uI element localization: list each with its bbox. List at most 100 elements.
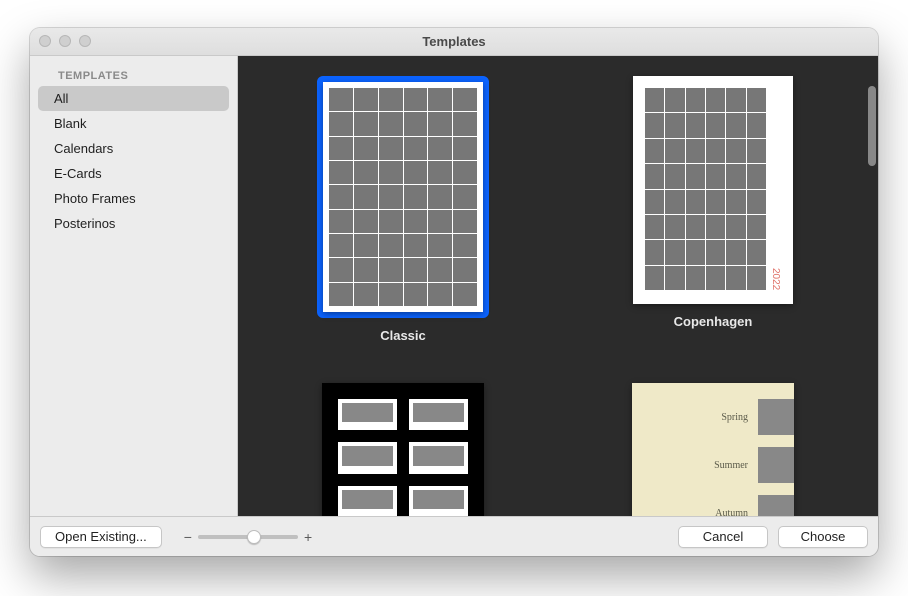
photo-tile bbox=[453, 283, 477, 306]
photo-tile bbox=[329, 112, 353, 135]
photo-tile bbox=[665, 164, 684, 188]
photo-tile bbox=[747, 88, 766, 112]
photo-tile bbox=[453, 112, 477, 135]
photo-tile bbox=[665, 139, 684, 163]
photo-tile bbox=[645, 88, 664, 112]
template-grid[interactable]: Classic 2022 Copenhagen bbox=[238, 56, 878, 516]
photo-tile bbox=[726, 139, 745, 163]
photo-tile bbox=[726, 88, 745, 112]
photo-tile bbox=[665, 113, 684, 137]
photo-tile bbox=[665, 215, 684, 239]
minimize-window-icon[interactable] bbox=[59, 35, 71, 47]
sidebar-item-ecards[interactable]: E-Cards bbox=[38, 161, 229, 186]
template-item-seasons[interactable]: Spring Summer Autumn bbox=[583, 383, 843, 516]
close-window-icon[interactable] bbox=[39, 35, 51, 47]
photo-tile bbox=[428, 161, 452, 184]
photo-tile bbox=[645, 113, 664, 137]
photo-tile bbox=[329, 161, 353, 184]
sidebar-item-all[interactable]: All bbox=[38, 86, 229, 111]
template-thumbnail bbox=[322, 383, 484, 516]
photo-tile bbox=[645, 240, 664, 264]
photo-tile bbox=[428, 283, 452, 306]
sidebar-item-photo-frames[interactable]: Photo Frames bbox=[38, 186, 229, 211]
photo-tile bbox=[453, 161, 477, 184]
photo-tile bbox=[453, 210, 477, 233]
photo-tile bbox=[354, 234, 378, 257]
year-label: 2022 bbox=[770, 268, 781, 290]
template-item-polaroid[interactable] bbox=[273, 383, 533, 516]
photo-tile bbox=[329, 137, 353, 160]
photo-tile bbox=[428, 88, 452, 111]
photo-tile bbox=[379, 210, 403, 233]
photo-tile bbox=[686, 139, 705, 163]
photo-tile bbox=[428, 137, 452, 160]
photo-tile bbox=[329, 210, 353, 233]
photo-tile bbox=[665, 240, 684, 264]
window-controls bbox=[39, 35, 91, 47]
photo-tile bbox=[354, 137, 378, 160]
sidebar-item-posterinos[interactable]: Posterinos bbox=[38, 211, 229, 236]
photo-tile bbox=[329, 185, 353, 208]
sidebar-section-header: TEMPLATES bbox=[30, 66, 237, 86]
photo-tile bbox=[379, 161, 403, 184]
photo-tile bbox=[379, 137, 403, 160]
photo-tile bbox=[706, 164, 725, 188]
season-label: Autumn bbox=[715, 508, 748, 517]
photo-tile bbox=[645, 190, 664, 214]
photo-tile bbox=[354, 185, 378, 208]
photo-tile bbox=[453, 234, 477, 257]
zoom-window-icon[interactable] bbox=[79, 35, 91, 47]
photo-tile bbox=[706, 215, 725, 239]
photo-tile bbox=[354, 112, 378, 135]
button-label: Choose bbox=[801, 529, 846, 544]
sidebar: TEMPLATES All Blank Calendars E-Cards Ph… bbox=[30, 56, 238, 516]
photo-tile bbox=[404, 283, 428, 306]
sidebar-item-blank[interactable]: Blank bbox=[38, 111, 229, 136]
photo-tile bbox=[706, 139, 725, 163]
photo-tile bbox=[645, 266, 664, 290]
photo-tile bbox=[645, 139, 664, 163]
sidebar-item-calendars[interactable]: Calendars bbox=[38, 136, 229, 161]
photo-tile bbox=[404, 112, 428, 135]
photo-tile bbox=[354, 210, 378, 233]
template-item-copenhagen[interactable]: 2022 Copenhagen bbox=[583, 76, 843, 343]
photo-tile bbox=[428, 234, 452, 257]
photo-tile bbox=[428, 112, 452, 135]
photo-tile bbox=[354, 161, 378, 184]
sidebar-item-label: Photo Frames bbox=[54, 191, 136, 206]
photo-tile bbox=[726, 113, 745, 137]
photo-tile bbox=[453, 185, 477, 208]
zoom-out-icon[interactable]: − bbox=[184, 529, 192, 545]
template-thumbnail bbox=[317, 76, 489, 318]
sidebar-item-label: E-Cards bbox=[54, 166, 102, 181]
photo-tile bbox=[686, 240, 705, 264]
photo-tile bbox=[404, 161, 428, 184]
sidebar-item-label: Calendars bbox=[54, 141, 113, 156]
zoom-in-icon[interactable]: + bbox=[304, 529, 312, 545]
photo-tile bbox=[665, 190, 684, 214]
zoom-slider[interactable] bbox=[198, 535, 298, 539]
photo-tile bbox=[706, 266, 725, 290]
scrollbar-thumb[interactable] bbox=[868, 86, 876, 166]
photo-tile bbox=[686, 164, 705, 188]
photo-tile bbox=[428, 258, 452, 281]
window-title: Templates bbox=[30, 34, 878, 49]
choose-button[interactable]: Choose bbox=[778, 526, 868, 548]
photo-tile bbox=[329, 234, 353, 257]
photo-tile bbox=[686, 266, 705, 290]
template-item-classic[interactable]: Classic bbox=[273, 76, 533, 343]
zoom-slider-knob[interactable] bbox=[247, 530, 261, 544]
photo-tile bbox=[706, 190, 725, 214]
photo-tile bbox=[453, 137, 477, 160]
photo-tile bbox=[706, 113, 725, 137]
cancel-button[interactable]: Cancel bbox=[678, 526, 768, 548]
photo-tile bbox=[428, 185, 452, 208]
photo-tile bbox=[329, 283, 353, 306]
photo-tile bbox=[726, 190, 745, 214]
photo-tile bbox=[686, 215, 705, 239]
photo-tile bbox=[329, 258, 353, 281]
open-existing-button[interactable]: Open Existing... bbox=[40, 526, 162, 548]
sidebar-item-label: Posterinos bbox=[54, 216, 115, 231]
photo-tile bbox=[747, 139, 766, 163]
photo-tile bbox=[747, 240, 766, 264]
